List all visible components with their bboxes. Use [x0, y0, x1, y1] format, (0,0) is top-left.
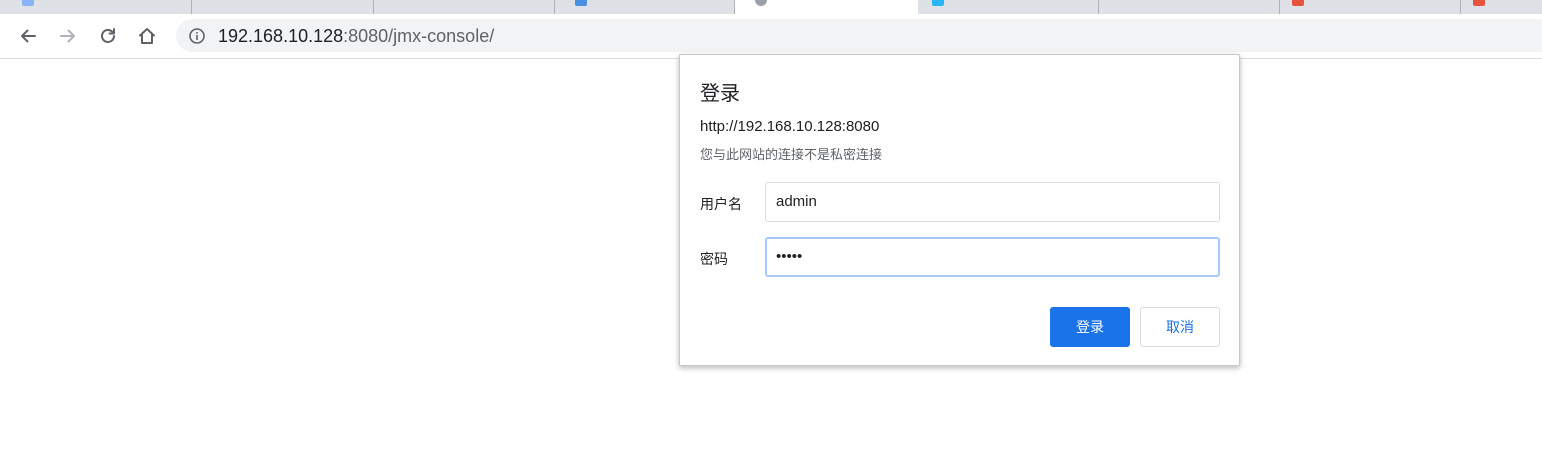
tab[interactable] — [374, 0, 555, 14]
address-bar[interactable]: 192.168.10.128:8080/jmx-console/ — [176, 19, 1542, 52]
tab-favicon-icon — [1292, 0, 1304, 6]
home-button[interactable] — [133, 22, 161, 50]
login-dialog: 登录 http://192.168.10.128:8080 您与此网站的连接不是… — [679, 54, 1240, 366]
arrow-right-icon — [60, 29, 75, 43]
address-url[interactable]: 192.168.10.128:8080/jmx-console/ — [218, 26, 494, 47]
home-icon — [139, 28, 155, 44]
connection-warning: 您与此网站的连接不是私密连接 — [700, 147, 883, 162]
tab-active[interactable] — [735, 0, 918, 14]
tab-strip — [0, 0, 1542, 14]
username-label: 用户名 — [700, 196, 742, 212]
cancel-button[interactable]: 取消 — [1140, 307, 1220, 347]
reload-button[interactable] — [94, 22, 122, 50]
tab[interactable] — [555, 0, 735, 14]
url-path: :8080/jmx-console/ — [343, 26, 495, 46]
browser-toolbar: 192.168.10.128:8080/jmx-console/ — [0, 14, 1542, 59]
login-button[interactable]: 登录 — [1050, 307, 1130, 347]
tab[interactable] — [1099, 0, 1280, 14]
dialog-origin: http://192.168.10.128:8080 — [700, 118, 880, 135]
tab-favicon-icon — [22, 0, 34, 6]
url-host: 192.168.10.128 — [218, 26, 344, 46]
tab[interactable] — [918, 0, 1099, 14]
info-circle-icon[interactable] — [188, 27, 206, 45]
forward-button[interactable] — [54, 22, 82, 50]
username-field[interactable]: admin — [765, 182, 1220, 222]
password-field[interactable]: ••••• — [765, 237, 1220, 277]
tab[interactable] — [1280, 0, 1461, 14]
tab-favicon-icon — [1473, 0, 1485, 6]
password-label: 密码 — [700, 251, 728, 267]
tab[interactable] — [1461, 0, 1542, 14]
tab[interactable] — [0, 0, 192, 14]
tab[interactable] — [192, 0, 374, 14]
dialog-title: 登录 — [700, 83, 740, 105]
back-button[interactable] — [14, 22, 42, 50]
tab-favicon-icon — [575, 0, 587, 6]
tab-favicon-icon — [932, 0, 944, 6]
tab-favicon-icon — [755, 0, 767, 6]
reload-icon — [101, 28, 115, 43]
arrow-left-icon — [21, 29, 36, 43]
